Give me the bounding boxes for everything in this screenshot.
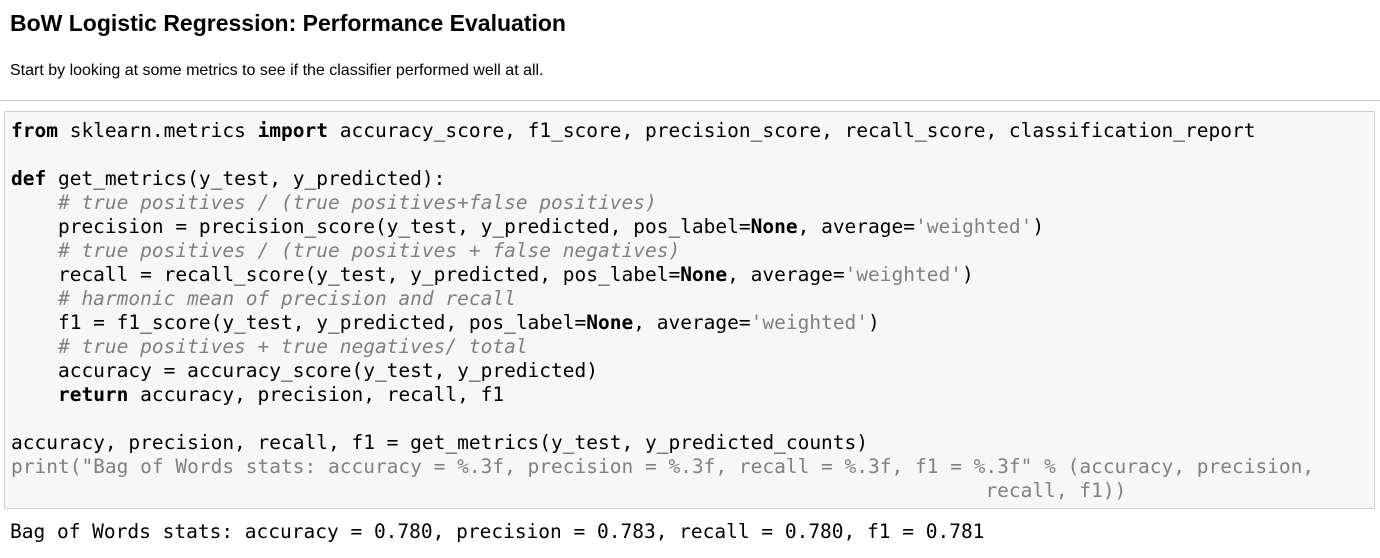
keyword-import: import <box>257 119 329 142</box>
code-line-9: f1 = f1_score(y_test, y_predicted, pos_l… <box>11 311 1368 335</box>
code-line-5: precision = precision_score(y_test, y_pr… <box>11 215 1368 239</box>
code-cell-input[interactable]: from sklearn.metrics import accuracy_sco… <box>4 111 1375 509</box>
code-text: accuracy = accuracy_score(y_test, y_pred… <box>11 359 598 382</box>
code-text: get_metrics(y_test, y_predicted): <box>46 167 446 190</box>
cell-divider <box>0 100 1380 101</box>
code-text: recall, f1)) <box>11 479 1127 502</box>
code-text: ) <box>961 263 974 286</box>
code-line-1: from sklearn.metrics import accuracy_sco… <box>11 119 1368 143</box>
section-description: Start by looking at some metrics to see … <box>10 62 544 79</box>
code-comment: # harmonic mean of precision and recall <box>11 287 516 310</box>
code-text: accuracy, precision, recall, f1 = get_me… <box>11 431 869 454</box>
keyword-none: None <box>680 263 728 286</box>
code-line-3: def get_metrics(y_test, y_predicted): <box>11 167 1368 191</box>
code-string: 'weighted' <box>844 263 962 286</box>
code-text: accuracy, precision, recall, f1 <box>128 383 505 406</box>
markdown-cell[interactable]: BoW Logistic Regression: Performance Eva… <box>10 8 1370 82</box>
code-string: 'weighted' <box>915 215 1033 238</box>
keyword-none: None <box>586 311 634 334</box>
cell-output: Bag of Words stats: accuracy = 0.780, pr… <box>10 520 985 543</box>
code-text: sklearn.metrics <box>57 119 258 142</box>
code-text: accuracy_score, f1_score, precision_scor… <box>328 119 1256 142</box>
code-line-8: # harmonic mean of precision and recall <box>11 287 1368 311</box>
code-comment: # true positives + true negatives/ total <box>11 335 528 358</box>
keyword-return: return <box>57 383 129 406</box>
code-line-7: recall = recall_score(y_test, y_predicte… <box>11 263 1368 287</box>
code-text: ) <box>1032 215 1045 238</box>
code-line-10: # true positives + true negatives/ total <box>11 335 1368 359</box>
code-line-6: # true positives / (true positives + fal… <box>11 239 1368 263</box>
code-line-14: accuracy, precision, recall, f1 = get_me… <box>11 431 1368 455</box>
code-text: f1 = f1_score(y_test, y_predicted, pos_l… <box>11 311 587 334</box>
code-string: 'weighted' <box>750 311 869 334</box>
code-line-4: # true positives / (true positives+false… <box>11 191 1368 215</box>
code-text: , average= <box>633 311 751 334</box>
section-heading: BoW Logistic Regression: Performance Eva… <box>10 10 566 36</box>
code-text: print("Bag of Words stats: accuracy = %.… <box>11 455 1315 478</box>
code-comment: # true positives / (true positives+false… <box>11 191 657 214</box>
code-text: , average= <box>797 215 915 238</box>
keyword-from: from <box>11 119 58 142</box>
code-line-15: print("Bag of Words stats: accuracy = %.… <box>11 455 1368 479</box>
code-line-11: accuracy = accuracy_score(y_test, y_pred… <box>11 359 1368 383</box>
code-comment: # true positives / (true positives + fal… <box>11 239 681 262</box>
code-text: recall = recall_score(y_test, y_predicte… <box>11 263 681 286</box>
keyword-none: None <box>750 215 798 238</box>
code-text: ) <box>868 311 880 334</box>
code-text: , average= <box>727 263 845 286</box>
code-text: precision = precision_score(y_test, y_pr… <box>11 215 751 238</box>
code-line-16: recall, f1)) <box>11 479 1368 503</box>
code-editor[interactable]: from sklearn.metrics import accuracy_sco… <box>11 119 1368 503</box>
code-line-12: return accuracy, precision, recall, f1 <box>11 383 1368 407</box>
keyword-def: def <box>11 167 47 190</box>
